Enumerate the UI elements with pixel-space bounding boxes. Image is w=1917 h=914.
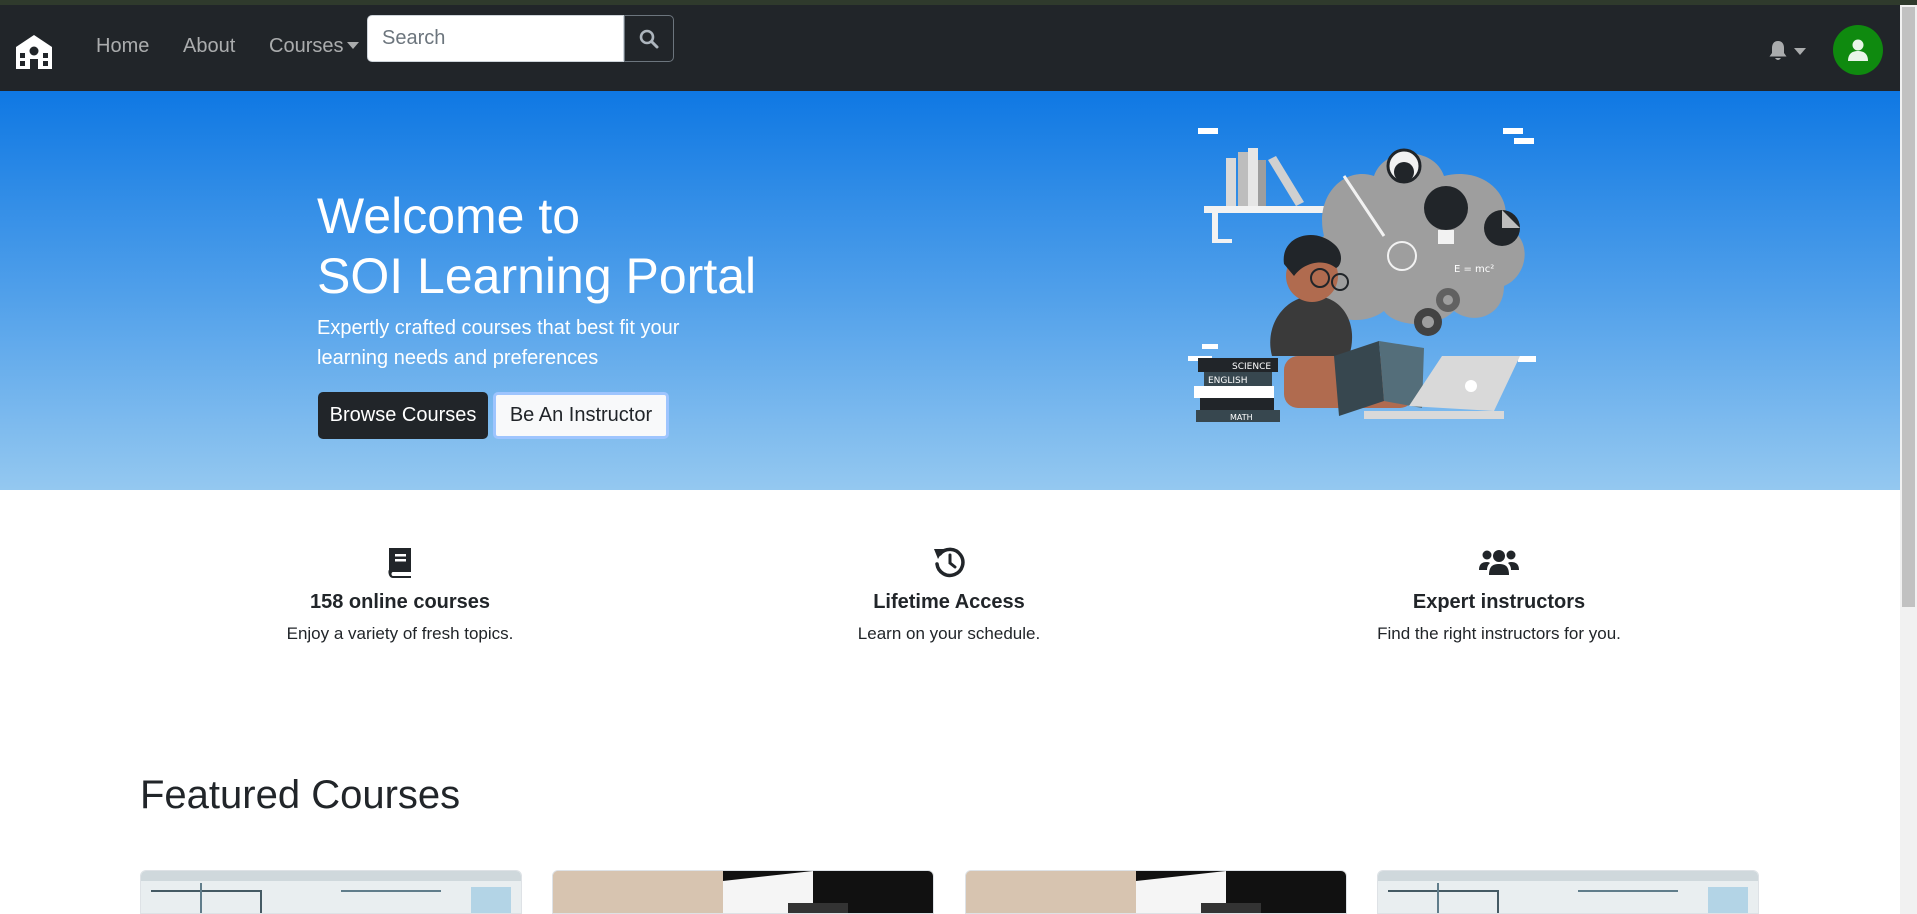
feature-expert-instructors: Expert instructors Find the right instru… (1299, 545, 1699, 647)
hero-subtitle-line1: Expertly crafted courses that best fit y… (317, 317, 680, 339)
hero-subtitle: Expertly crafted courses that best fit y… (317, 313, 697, 373)
search-button[interactable] (624, 15, 674, 62)
book-icon (388, 548, 411, 578)
hero-title-line1: Welcome to (317, 188, 581, 244)
course-thumbnail (553, 871, 933, 913)
formula-label: E = mc² (1454, 264, 1494, 275)
bell-icon (1769, 41, 1787, 60)
be-instructor-button[interactable]: Be An Instructor (493, 392, 669, 439)
school-icon[interactable] (12, 33, 56, 71)
course-thumbnail (966, 871, 1346, 913)
course-card[interactable] (140, 870, 522, 914)
search-input[interactable] (367, 15, 624, 62)
hero-title-line2: SOI Learning Portal (317, 248, 757, 304)
nav-about-link[interactable]: About (183, 32, 235, 60)
nav-courses-dropdown[interactable]: Courses (269, 32, 360, 60)
feature-title: Expert instructors (1412, 591, 1586, 613)
course-thumbnail (1378, 871, 1758, 913)
feature-title: Lifetime Access (873, 591, 1025, 613)
course-card[interactable] (552, 870, 934, 914)
search-icon (639, 29, 659, 48)
book-science-label: SCIENCE (1232, 362, 1271, 372)
feature-courses: 158 online courses Enjoy a variety of fr… (200, 545, 600, 647)
feature-description: Find the right instructors for you. (1377, 624, 1621, 643)
featured-courses-heading: Featured Courses (140, 773, 461, 817)
nav-home-link[interactable]: Home (96, 32, 149, 60)
book-math-label: MATH (1230, 413, 1253, 422)
browse-courses-button[interactable]: Browse Courses (318, 392, 488, 439)
course-thumbnail (141, 871, 521, 913)
hero-section: Welcome to SOI Learning Portal Expertly … (0, 91, 1900, 490)
chevron-down-icon (1794, 48, 1806, 55)
history-icon (934, 547, 965, 578)
users-icon (1479, 550, 1519, 575)
feature-lifetime-access: Lifetime Access Learn on your schedule. (749, 545, 1149, 647)
avatar[interactable] (1833, 25, 1883, 75)
navbar: Home About Courses (0, 5, 1900, 91)
course-card[interactable] (965, 870, 1347, 914)
hero-illustration: E = mc² SCIENCE ENGLISH MATH (1188, 128, 1536, 422)
nav-courses-label: Courses (269, 35, 344, 57)
hero-title: Welcome to SOI Learning Portal (317, 186, 756, 306)
chevron-down-icon (347, 42, 360, 49)
hero-subtitle-line2: learning needs and preferences (317, 347, 599, 369)
scrollbar-thumb[interactable] (1902, 7, 1915, 607)
page-scrollbar[interactable] (1900, 5, 1917, 914)
book-english-label: ENGLISH (1208, 376, 1248, 386)
notifications-dropdown[interactable] (1766, 39, 1810, 63)
feature-title: 158 online courses (309, 591, 491, 613)
feature-description: Learn on your schedule. (857, 624, 1041, 643)
course-card[interactable] (1377, 870, 1759, 914)
user-icon (1848, 39, 1868, 61)
feature-description: Enjoy a variety of fresh topics. (286, 624, 514, 643)
